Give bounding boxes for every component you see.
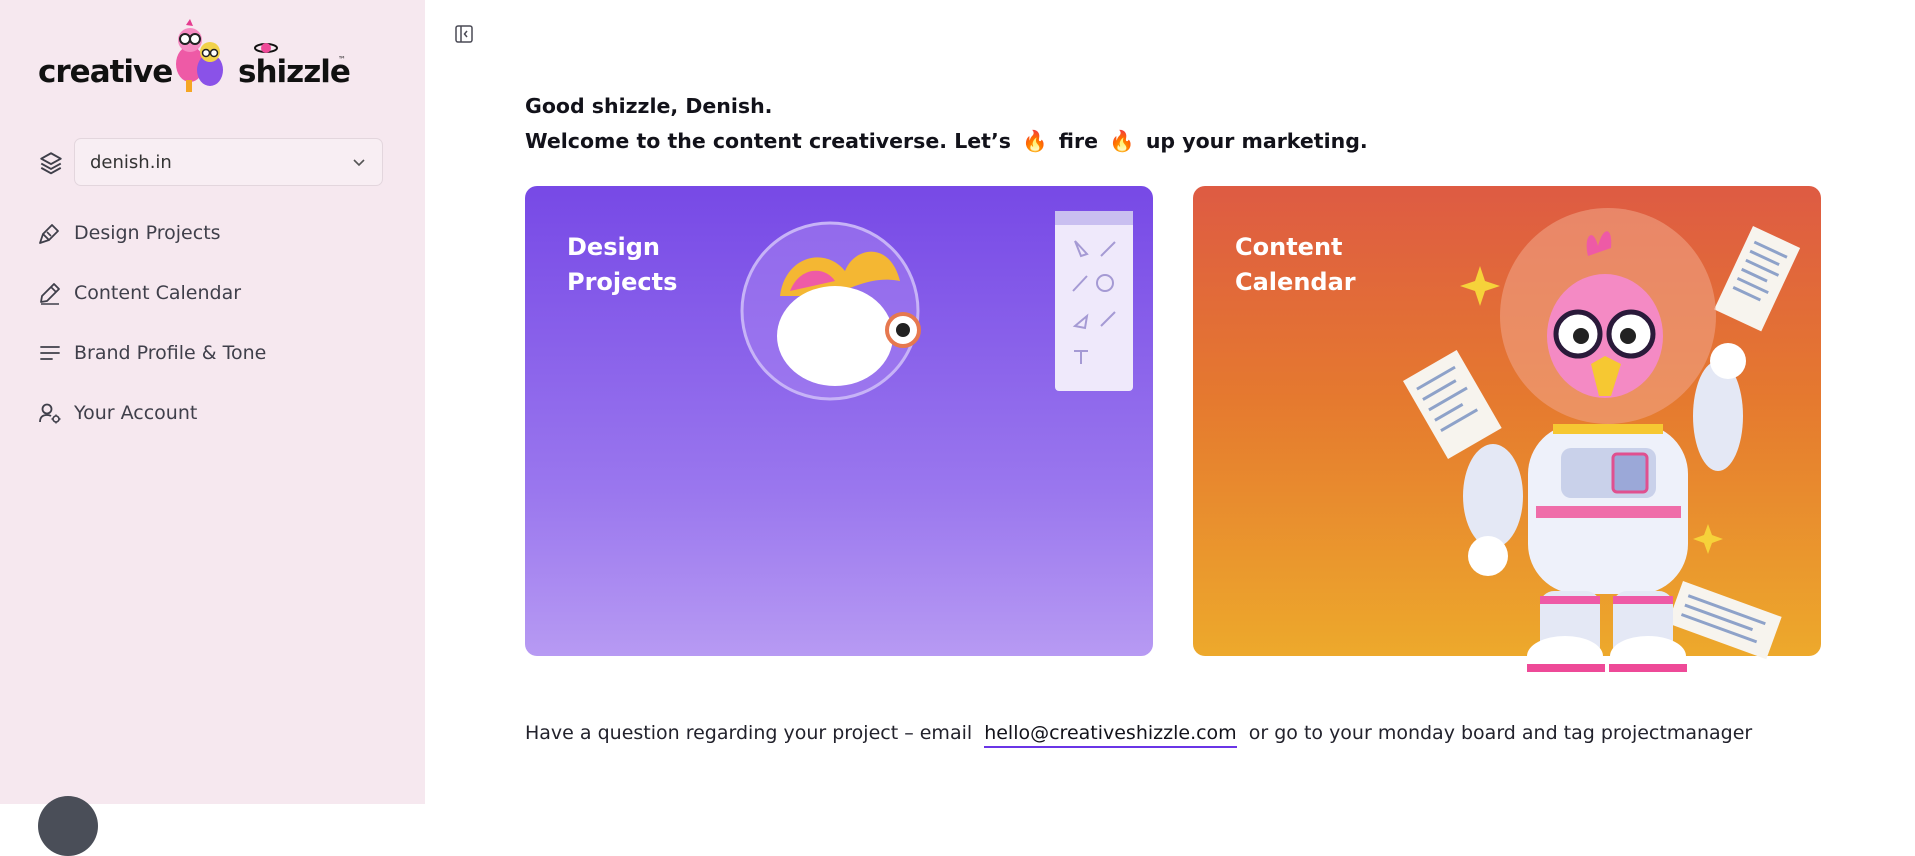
brand-logo-left-text: creative <box>38 54 173 90</box>
astronaut-owl-illustration <box>740 211 1133 401</box>
fire-icon: 🔥 <box>1109 129 1135 153</box>
organization-select[interactable]: denish.in <box>74 138 383 186</box>
support-email-link[interactable]: hello@creativeshizzle.com <box>984 722 1237 748</box>
fire-icon: 🔥 <box>1022 129 1048 153</box>
sidebar-item-label: Your Account <box>74 402 198 424</box>
greeting-line-2: Welcome to the content creativerse. Let’… <box>525 129 1368 154</box>
footer-text: Have a question regarding your project –… <box>525 722 973 744</box>
sidebar: creative shizzle ™ denish.in Design Proj… <box>0 0 425 856</box>
greeting-text: up your marketing. <box>1145 129 1368 153</box>
organization-select-value: denish.in <box>90 152 172 173</box>
trademark: ™ <box>338 55 346 64</box>
content-calendar-card[interactable]: Content Calendar <box>1193 186 1821 676</box>
chevron-down-icon <box>353 159 365 167</box>
greeting-line-1: Good shizzle, Denish. <box>525 94 773 118</box>
sidebar-collapse-icon[interactable] <box>454 24 474 44</box>
brand-logo[interactable]: creative shizzle ™ <box>38 18 358 98</box>
design-projects-card[interactable]: Design Projects <box>525 186 1153 656</box>
sidebar-item-brand-profile[interactable]: Brand Profile & Tone <box>38 333 388 373</box>
footer-help: Have a question regarding your project –… <box>525 722 1753 748</box>
sidebar-item-label: Content Calendar <box>74 282 242 304</box>
greeting-text: Welcome to the content creativerse. Let’… <box>525 129 1011 153</box>
lines-icon <box>40 346 60 360</box>
mascot-logo-icon <box>176 19 223 92</box>
sidebar-item-label: Design Projects <box>74 222 221 244</box>
brand-logo-right-text: shizzle <box>238 54 351 90</box>
astronaut-flamingo-illustration <box>1403 208 1801 676</box>
greeting-text: fire <box>1058 129 1098 153</box>
pencil-icon <box>40 283 60 305</box>
sidebar-item-design-projects[interactable]: Design Projects <box>38 213 388 253</box>
user-gear-icon <box>39 403 61 424</box>
brush-icon <box>39 224 59 244</box>
layers-icon <box>40 152 62 175</box>
sidebar-item-label: Brand Profile & Tone <box>74 342 267 364</box>
sidebar-item-content-calendar[interactable]: Content Calendar <box>38 273 388 313</box>
footer-text: or go to your monday board and tag proje… <box>1248 722 1753 744</box>
avatar[interactable] <box>38 796 98 856</box>
sidebar-item-your-account[interactable]: Your Account <box>38 393 388 433</box>
